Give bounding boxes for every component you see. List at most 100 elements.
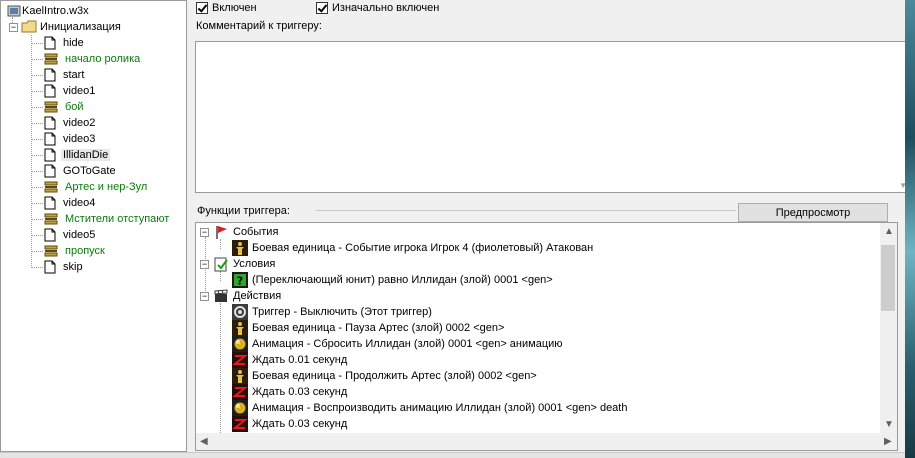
- action-text: Ждать 0.03 секунд: [252, 386, 348, 398]
- svg-text:?: ?: [237, 275, 243, 288]
- enabled-checkbox[interactable]: Включен: [196, 2, 257, 14]
- animation-icon: [232, 336, 248, 352]
- folder-label: Инициализация: [40, 21, 121, 33]
- tree-root-map[interactable]: KaelIntro.w3x: [7, 4, 89, 18]
- divider: [316, 210, 736, 211]
- action-row[interactable]: Триггер - Выключить (Этот триггер): [232, 304, 432, 320]
- tree-item-label: video5: [63, 229, 96, 241]
- trigger-tree-panel[interactable]: KaelIntro.w3x − Инициализация hide начало…: [0, 0, 187, 452]
- events-node[interactable]: − События: [200, 224, 278, 240]
- clapperboard-icon: [213, 288, 229, 304]
- action-text: Боевая единица - Пауза Артес (злой) 0002…: [252, 322, 505, 334]
- flag-icon: [213, 224, 229, 240]
- comment-icon: [44, 101, 58, 113]
- tree-comment-item[interactable]: бой: [25, 99, 171, 115]
- unit-icon: [232, 368, 248, 384]
- tree-comment-item[interactable]: Мстители отступают: [25, 211, 171, 227]
- wait-icon: [232, 384, 248, 400]
- tree-comment-item[interactable]: пропуск: [25, 243, 171, 259]
- scroll-right-icon[interactable]: ▶: [884, 436, 892, 447]
- comment-icon: [44, 53, 58, 65]
- comment-label: Комментарий к триггеру:: [196, 20, 322, 32]
- actions-node[interactable]: − Действия: [200, 288, 281, 304]
- condition-row[interactable]: ? (Переключающий юнит) равно Иллидан (зл…: [232, 272, 553, 288]
- collapse-icon[interactable]: −: [200, 259, 209, 269]
- scroll-left-icon[interactable]: ◀: [200, 436, 208, 447]
- action-text: Анимация - Сбросить Иллидан (злой) 0001 …: [252, 338, 563, 350]
- tree-trigger-item[interactable]: start: [25, 67, 171, 83]
- folder-icon: [21, 20, 37, 34]
- actions-label: Действия: [233, 290, 282, 302]
- comment-icon: [44, 181, 58, 193]
- action-row[interactable]: Боевая единица - Пауза Артес (злой) 0002…: [232, 320, 504, 336]
- trigger-doc-icon: [44, 132, 56, 146]
- tree-comment-item[interactable]: Артес и нер-Зул: [25, 179, 171, 195]
- question-icon: ?: [232, 272, 248, 288]
- tree-trigger-item[interactable]: GOToGate: [25, 163, 171, 179]
- tree-trigger-item[interactable]: hide: [25, 35, 171, 51]
- tree-trigger-item[interactable]: video5: [25, 227, 171, 243]
- collapse-icon[interactable]: −: [200, 227, 209, 237]
- action-text: Боевая единица - Продолжить Артес (злой)…: [252, 370, 537, 382]
- tree-trigger-item[interactable]: video2: [25, 115, 171, 131]
- tree-trigger-item[interactable]: video4: [25, 195, 171, 211]
- action-text: Анимация - Воспроизводить анимацию Иллид…: [252, 402, 628, 414]
- tree-trigger-item[interactable]: IllidanDie: [25, 147, 171, 163]
- tree-item-label: Мстители отступают: [65, 213, 170, 225]
- action-text: Триггер - Выключить (Этот триггер): [252, 306, 432, 318]
- action-row[interactable]: Ждать 0.03 секунд: [232, 416, 347, 432]
- tree-item-label: video3: [63, 133, 96, 145]
- comment-icon: [44, 213, 58, 225]
- tree-trigger-item[interactable]: video3: [25, 131, 171, 147]
- action-text: Ждать 0.03 секунд: [252, 418, 348, 430]
- collapse-icon[interactable]: −: [200, 291, 209, 301]
- tree-item-label: video1: [63, 85, 96, 97]
- scroll-up-icon[interactable]: ▲: [884, 226, 894, 237]
- event-text: Боевая единица - Событие игрока Игрок 4 …: [252, 242, 594, 254]
- tree-item-label: skip: [63, 261, 83, 273]
- conditions-node[interactable]: − Условия: [200, 256, 275, 272]
- trigger-doc-icon: [44, 84, 56, 98]
- checkbox-checked-icon[interactable]: [316, 2, 328, 14]
- action-row[interactable]: Анимация - Воспроизводить анимацию Иллид…: [232, 400, 627, 416]
- initially-enabled-label: Изначально включен: [332, 2, 440, 14]
- tree-trigger-item[interactable]: skip: [25, 259, 171, 275]
- map-name: KaelIntro.w3x: [22, 5, 89, 17]
- trigger-doc-icon: [44, 148, 56, 162]
- tree-trigger-item[interactable]: video1: [25, 83, 171, 99]
- tree-item-label: бой: [65, 101, 84, 113]
- action-row[interactable]: Ждать 0.03 секунд: [232, 384, 347, 400]
- trigger-icon: [232, 304, 248, 320]
- condition-text: (Переключающий юнит) равно Иллидан (злой…: [252, 274, 553, 286]
- tree-folder-init[interactable]: − Инициализация: [9, 19, 121, 35]
- action-row[interactable]: Боевая единица - Продолжить Артес (злой)…: [232, 368, 537, 384]
- wait-icon: [232, 352, 248, 368]
- comment-icon: [44, 245, 58, 257]
- trigger-doc-icon: [44, 116, 56, 130]
- unit-icon: [232, 320, 248, 336]
- trigger-doc-icon: [44, 68, 56, 82]
- checkbox-checked-icon[interactable]: [196, 2, 208, 14]
- event-row[interactable]: Боевая единица - Событие игрока Игрок 4 …: [232, 240, 593, 256]
- trigger-list: hide начало ролика start video1 бой video2 vid…: [25, 35, 171, 275]
- scrollbar-thumb[interactable]: [881, 245, 895, 311]
- preview-button[interactable]: Предпросмотр: [738, 203, 888, 222]
- tree-item-label: начало ролика: [65, 53, 141, 65]
- action-row[interactable]: Ждать 0.01 секунд: [232, 352, 347, 368]
- trigger-functions-tree[interactable]: − События Боевая единица - Событие игрок…: [195, 222, 898, 451]
- comment-textarea[interactable]: ▼: [195, 41, 910, 193]
- trigger-doc-icon: [44, 260, 56, 274]
- action-text: Ждать 0.01 секунд: [252, 354, 348, 366]
- collapse-icon[interactable]: −: [9, 22, 18, 32]
- trigger-doc-icon: [44, 36, 56, 50]
- tree-item-label: пропуск: [65, 245, 105, 257]
- tree-comment-item[interactable]: начало ролика: [25, 51, 171, 67]
- action-row[interactable]: Анимация - Сбросить Иллидан (злой) 0001 …: [232, 336, 563, 352]
- tree-item-label: video4: [63, 197, 96, 209]
- scroll-down-icon[interactable]: ▼: [884, 419, 894, 430]
- vertical-scrollbar[interactable]: ▲ ▼: [880, 223, 897, 434]
- functions-label: Функции триггера:: [197, 205, 290, 217]
- horizontal-scrollbar[interactable]: ◀ ▶: [196, 433, 897, 450]
- initially-enabled-checkbox[interactable]: Изначально включен: [316, 2, 439, 14]
- tree-item-label: Артес и нер-Зул: [65, 181, 148, 193]
